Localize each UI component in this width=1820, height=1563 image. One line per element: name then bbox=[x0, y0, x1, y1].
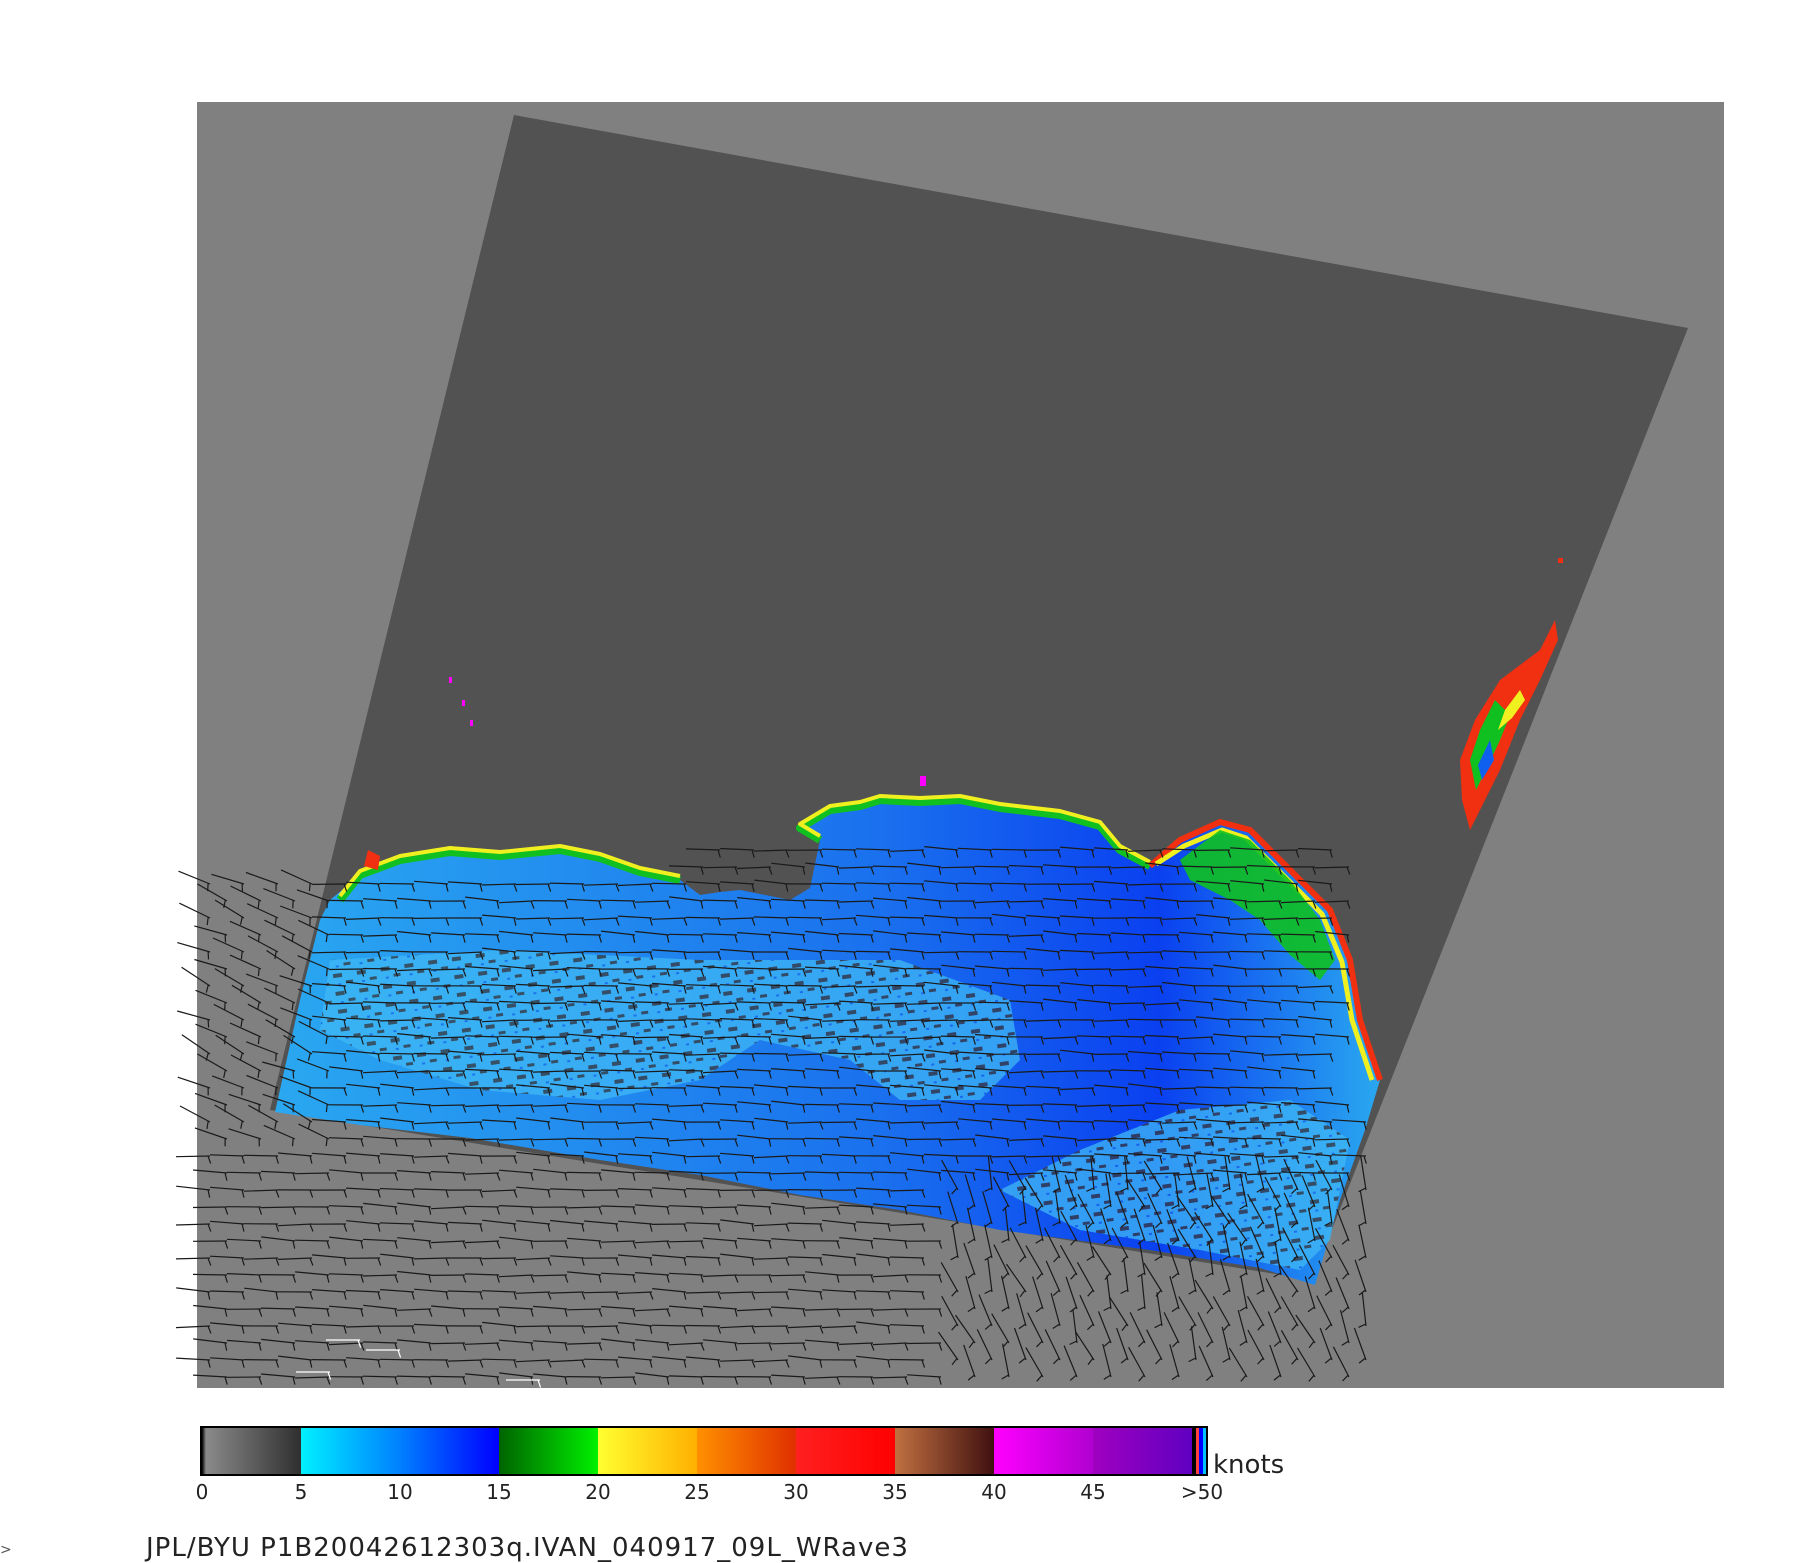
image-caption: JPL/BYU P1B20042612303q.IVAN_040917_09L_… bbox=[146, 1533, 909, 1563]
colorbar-segment bbox=[796, 1428, 895, 1474]
speck-feature bbox=[470, 720, 473, 726]
colorbar-tick-label: 45 bbox=[1080, 1480, 1106, 1504]
speck-feature bbox=[462, 700, 465, 706]
colorbar-units: knots bbox=[1213, 1450, 1285, 1480]
wind-speed-map bbox=[175, 102, 1724, 1388]
colorbar-tick-label: 25 bbox=[684, 1480, 710, 1504]
speck-feature bbox=[920, 776, 926, 786]
colorbar-tick-label: 15 bbox=[486, 1480, 512, 1504]
colorbar-tick-label: 10 bbox=[387, 1480, 413, 1504]
colorbar-segment bbox=[301, 1428, 400, 1474]
speck-feature bbox=[449, 677, 452, 683]
colorbar-tick-label: 40 bbox=[981, 1480, 1007, 1504]
colorbar-tick-label: 35 bbox=[882, 1480, 908, 1504]
colorbar-overflow-band bbox=[1202, 1428, 1206, 1474]
colorbar-overflow bbox=[1192, 1428, 1206, 1474]
colorbar-tick-label: 30 bbox=[783, 1480, 809, 1504]
colorbar-segment bbox=[895, 1428, 994, 1474]
colorbar-segment bbox=[697, 1428, 796, 1474]
speck-feature bbox=[1558, 558, 1563, 563]
colorbar-segment bbox=[499, 1428, 598, 1474]
colorbar-segment bbox=[400, 1428, 499, 1474]
colorbar-segment bbox=[1093, 1428, 1192, 1474]
colorbar-segment bbox=[598, 1428, 697, 1474]
colorbar-tick-label: 20 bbox=[585, 1480, 611, 1504]
wind-speed-colorbar bbox=[200, 1426, 1208, 1476]
colorbar-tick-label: >50 bbox=[1180, 1480, 1224, 1504]
colorbar-segment bbox=[202, 1428, 301, 1474]
colorbar-tick-label: 5 bbox=[294, 1480, 308, 1504]
corner-mark: > bbox=[0, 1542, 12, 1558]
colorbar-segment bbox=[994, 1428, 1093, 1474]
colorbar-tick-label: 0 bbox=[195, 1480, 209, 1504]
